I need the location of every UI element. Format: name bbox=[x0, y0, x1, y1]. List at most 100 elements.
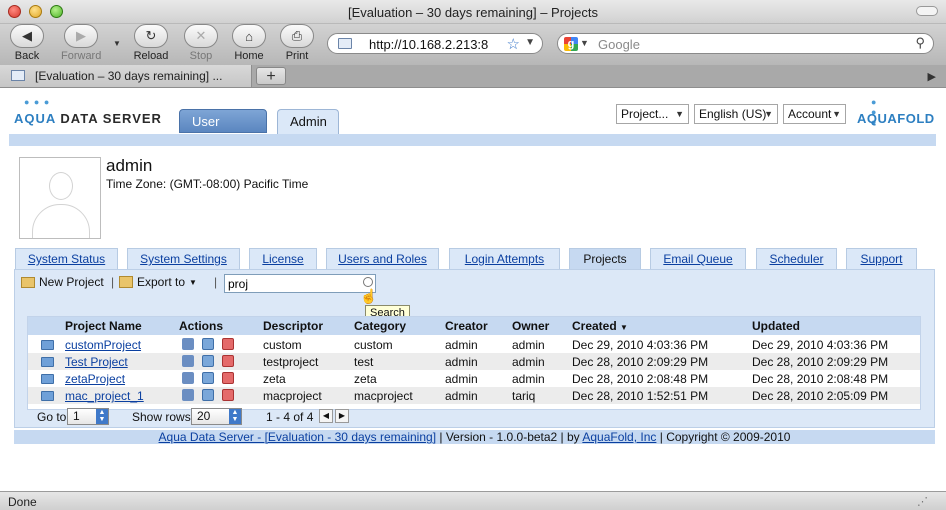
rows-per-page-select[interactable]: 20 ▲ ▼ bbox=[191, 408, 242, 425]
tab-license[interactable]: License bbox=[249, 248, 317, 269]
col-owner[interactable]: Owner bbox=[512, 319, 549, 333]
reload-button[interactable]: ↻ Reload bbox=[131, 24, 171, 62]
edit-icon[interactable] bbox=[202, 355, 214, 367]
tab-overflow-icon[interactable]: ▶ bbox=[928, 70, 936, 83]
project-search-input[interactable] bbox=[224, 274, 376, 293]
user-name: admin bbox=[106, 156, 153, 175]
tab-users-and-roles[interactable]: Users and Roles bbox=[326, 248, 439, 269]
printer-icon: ⎙ bbox=[291, 28, 303, 43]
print-button[interactable]: ⎙ Print bbox=[277, 24, 317, 62]
toolbar-separator: | bbox=[214, 275, 218, 289]
col-created[interactable]: Created ▼ bbox=[572, 319, 628, 333]
url-dropdown-icon[interactable]: ▼ bbox=[525, 37, 535, 48]
user-timezone: Time Zone: (GMT:-08:00) Pacific Time bbox=[106, 177, 309, 191]
url-text[interactable]: http://10.168.2.213:8 bbox=[369, 37, 499, 52]
category-cell: custom bbox=[354, 338, 393, 352]
search-placeholder: Google bbox=[598, 37, 640, 52]
project-link[interactable]: customProject bbox=[65, 338, 141, 352]
col-category[interactable]: Category bbox=[354, 319, 406, 333]
footer-aquafold-link[interactable]: AquaFold, Inc bbox=[582, 430, 656, 444]
owner-cell: admin bbox=[512, 355, 545, 369]
edit-icon[interactable] bbox=[202, 389, 214, 401]
next-page-button[interactable]: ▶ bbox=[335, 409, 349, 423]
members-icon[interactable] bbox=[182, 372, 194, 384]
tab-scheduler[interactable]: Scheduler bbox=[756, 248, 837, 269]
footer-server-link[interactable]: Aqua Data Server - [Evaluation - 30 days… bbox=[159, 430, 436, 444]
table-row[interactable]: zetaProject zeta zeta admin admin Dec 28… bbox=[28, 370, 920, 387]
folder-icon bbox=[41, 340, 54, 350]
address-bar[interactable]: http://10.168.2.213:8 ☆ ▼ bbox=[327, 33, 543, 54]
stepper-arrows-icon: ▲ ▼ bbox=[96, 409, 108, 424]
search-icon[interactable] bbox=[363, 277, 373, 287]
home-label: Home bbox=[234, 50, 264, 62]
project-select[interactable]: Project... ▼ bbox=[616, 104, 689, 124]
delete-icon[interactable] bbox=[222, 338, 234, 350]
back-button[interactable]: ◀ Back bbox=[7, 24, 47, 62]
home-icon: ⌂ bbox=[245, 28, 253, 44]
goto-page-select[interactable]: 1 ▲ ▼ bbox=[67, 408, 109, 425]
tab-projects[interactable]: Projects bbox=[569, 248, 641, 269]
prev-page-button[interactable]: ◀ bbox=[319, 409, 333, 423]
window-title: [Evaluation – 30 days remaining] – Proje… bbox=[347, 5, 599, 20]
category-cell: test bbox=[354, 355, 374, 369]
search-icon[interactable]: ⚲ bbox=[915, 35, 925, 51]
chevron-down-icon: ▼ bbox=[832, 109, 841, 119]
table-row[interactable]: mac_project_1 macproject macproject admi… bbox=[28, 387, 920, 404]
tab-user-home[interactable]: User Home bbox=[179, 109, 267, 153]
project-link[interactable]: zetaProject bbox=[65, 372, 125, 386]
col-creator[interactable]: Creator bbox=[445, 319, 488, 333]
descriptor-cell: testproject bbox=[263, 355, 319, 369]
resize-grip-icon[interactable]: ⋰ bbox=[917, 495, 928, 508]
tab-login-attempts[interactable]: Login Attempts bbox=[449, 248, 560, 269]
members-icon[interactable] bbox=[182, 389, 194, 401]
google-icon[interactable]: g bbox=[564, 37, 578, 51]
tab-system-settings[interactable]: System Settings bbox=[127, 248, 240, 269]
forward-button[interactable]: ▶ Forward bbox=[61, 24, 101, 62]
delete-icon[interactable] bbox=[222, 389, 234, 401]
chevron-down-icon: ▼ bbox=[189, 277, 197, 287]
home-button[interactable]: ⌂ Home bbox=[229, 24, 269, 62]
web-search-bar[interactable]: g ▼ Google ⚲ bbox=[557, 33, 934, 54]
tab-email-queue[interactable]: Email Queue bbox=[650, 248, 746, 269]
history-dropdown-icon[interactable]: ▼ bbox=[113, 39, 121, 48]
folder-icon bbox=[41, 357, 54, 367]
stop-icon: ✕ bbox=[195, 28, 207, 43]
edit-icon[interactable] bbox=[202, 338, 214, 350]
table-row[interactable]: Test Project testproject test admin admi… bbox=[28, 353, 920, 370]
toolbar-toggle-button[interactable] bbox=[916, 6, 938, 16]
forward-label: Forward bbox=[61, 50, 102, 62]
table-row[interactable]: customProject custom custom admin admin … bbox=[28, 336, 920, 353]
category-cell: zeta bbox=[354, 372, 377, 386]
col-descriptor[interactable]: Descriptor bbox=[263, 319, 323, 333]
members-icon[interactable] bbox=[182, 338, 194, 350]
col-updated[interactable]: Updated bbox=[752, 319, 800, 333]
new-tab-button[interactable]: + bbox=[256, 67, 286, 85]
export-icon bbox=[119, 276, 133, 288]
browser-tab[interactable]: [Evaluation – 30 days remaining] ... bbox=[0, 65, 252, 87]
descriptor-cell: custom bbox=[263, 338, 302, 352]
new-project-icon bbox=[21, 276, 35, 288]
page-icon bbox=[11, 70, 25, 81]
delete-icon[interactable] bbox=[222, 355, 234, 367]
footer-version-text: | Version - 1.0.0-beta2 | by bbox=[436, 430, 583, 444]
edit-icon[interactable] bbox=[202, 372, 214, 384]
tab-support[interactable]: Support bbox=[846, 248, 917, 269]
logo-rest-text: DATA SERVER bbox=[55, 111, 162, 126]
delete-icon[interactable] bbox=[222, 372, 234, 384]
search-engine-dropdown-icon[interactable]: ▼ bbox=[580, 38, 589, 48]
chevron-down-icon: ▼ bbox=[675, 109, 684, 119]
stop-button[interactable]: ✕ Stop bbox=[181, 24, 221, 62]
project-link[interactable]: Test Project bbox=[65, 355, 128, 369]
account-menu[interactable]: Account ▼ bbox=[783, 104, 846, 124]
tab-system-status[interactable]: System Status bbox=[15, 248, 118, 269]
export-to-label: Export to bbox=[137, 275, 186, 289]
bookmark-star-icon[interactable]: ☆ bbox=[507, 35, 520, 53]
members-icon[interactable] bbox=[182, 355, 194, 367]
new-project-button[interactable]: New Project bbox=[21, 275, 104, 289]
col-project-name[interactable]: Project Name bbox=[65, 319, 142, 333]
language-select[interactable]: English (US) ▼ bbox=[694, 104, 778, 124]
project-link[interactable]: mac_project_1 bbox=[65, 389, 144, 403]
avatar-body-shape bbox=[32, 204, 90, 238]
tab-admin[interactable]: Admin bbox=[277, 109, 339, 134]
export-to-button[interactable]: Export to ▼ bbox=[119, 275, 197, 289]
